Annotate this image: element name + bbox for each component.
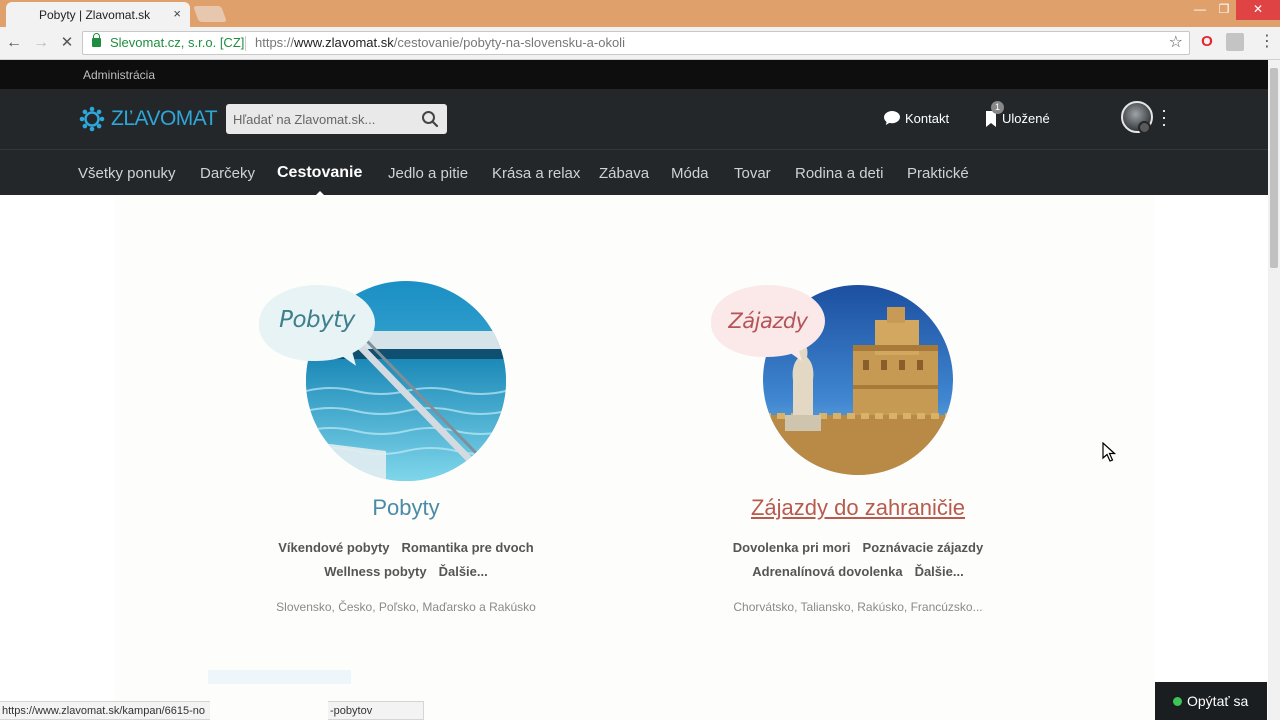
search-box: [226, 104, 447, 134]
link-pobyty-more[interactable]: Ďalšie...: [439, 564, 488, 579]
bookmark-star-icon[interactable]: ☆: [1169, 32, 1183, 54]
saved-label: Uložené: [1002, 111, 1050, 126]
category-food[interactable]: Jedlo a pitie: [388, 165, 468, 182]
card-zajazdy: Zájazdy Zájazdy do zahraničie Dovolenka …: [678, 195, 1038, 625]
lock-icon: [92, 33, 101, 47]
zajazdy-badge: Zájazdy: [711, 285, 825, 367]
card-pobyty: Pobyty Pobyty Víkendové pobyty Romantika …: [226, 195, 586, 625]
zajazdy-title[interactable]: Zájazdy do zahraničie: [678, 495, 1038, 521]
status-url-tail: -pobytov: [330, 705, 373, 717]
logo-gear-icon: [79, 106, 105, 132]
site-header: ZĽAVOMAT Kontakt 1 Uložené ···: [0, 89, 1268, 149]
extension-icon[interactable]: [1226, 33, 1244, 51]
url-prefix: https://: [255, 35, 295, 50]
window-maximize-button[interactable]: ❐: [1212, 0, 1236, 20]
link-romantika[interactable]: Romantika pre dvoch: [402, 540, 534, 555]
zajazdy-links-row-1: Dovolenka pri mori Poznávacie zájazdy: [678, 540, 1038, 555]
search-input[interactable]: [226, 104, 416, 134]
browser-tab-active[interactable]: Pobyty | Zlavomat.sk ×: [6, 2, 190, 27]
scrollbar-thumb[interactable]: [1270, 68, 1278, 268]
opera-extension-icon[interactable]: O: [1198, 33, 1216, 51]
content-strip: [208, 670, 351, 684]
user-menu-icon[interactable]: · · ·: [1157, 101, 1171, 133]
browser-toolbar: ← → ✕ Slevomat.cz, s.r.o. [CZ] https://w…: [0, 27, 1280, 60]
category-practical[interactable]: Praktické: [907, 165, 969, 182]
url-path: /cestovanie/pobyty-na-slovensku-a-okoli: [393, 35, 625, 50]
zajazdy-links-row-2: Adrenalínová dovolenka Ďalšie...: [678, 564, 1038, 579]
category-travel[interactable]: Cestovanie: [277, 164, 362, 182]
link-adrenalinova[interactable]: Adrenalínová dovolenka: [752, 564, 902, 579]
address-url[interactable]: https://www.zlavomat.sk/cestovanie/pobyt…: [255, 32, 625, 54]
category-gifts[interactable]: Darčeky: [200, 165, 255, 182]
category-beauty[interactable]: Krása a relax: [492, 165, 580, 182]
link-wellness[interactable]: Wellness pobyty: [324, 564, 426, 579]
online-status-icon: [1173, 697, 1182, 706]
category-family[interactable]: Rodina a deti: [795, 165, 883, 182]
page-scrollbar[interactable]: [1268, 60, 1280, 720]
admin-link[interactable]: Administrácia: [83, 68, 155, 82]
forward-arrow-icon[interactable]: →: [31, 33, 51, 53]
stop-loading-icon[interactable]: ✕: [57, 33, 77, 53]
link-vikendove-pobyty[interactable]: Víkendové pobyty: [278, 540, 389, 555]
window-minimize-button[interactable]: —: [1188, 0, 1212, 20]
category-goods[interactable]: Tovar: [734, 165, 771, 182]
category-fashion[interactable]: Móda: [671, 165, 709, 182]
contact-label: Kontakt: [905, 111, 950, 126]
pobyty-badge: Pobyty: [259, 285, 375, 372]
pobyty-title[interactable]: Pobyty: [226, 495, 586, 521]
tab-close-icon[interactable]: ×: [173, 6, 181, 21]
search-icon[interactable]: [421, 110, 439, 128]
chat-bubble-icon: [884, 111, 900, 125]
logo-text: ZĽAVOMAT: [111, 107, 218, 130]
link-dovolenka-pri-mori[interactable]: Dovolenka pri mori: [733, 540, 851, 555]
admin-bar: Administrácia: [0, 60, 1268, 89]
pobyty-links-row-2: Wellness pobyty Ďalšie...: [226, 564, 586, 579]
avatar-status-icon: [1138, 121, 1151, 134]
status-url: https://www.zlavomat.sk/kampan/6615-no: [2, 705, 205, 717]
pobyty-badge-text: Pobyty: [279, 307, 355, 333]
category-all[interactable]: Všetky ponuky: [78, 165, 176, 182]
new-tab-button[interactable]: [193, 6, 227, 22]
window-close-button[interactable]: ✕: [1236, 0, 1280, 20]
link-zajazdy-more[interactable]: Ďalšie...: [915, 564, 964, 579]
address-bar[interactable]: Slevomat.cz, s.r.o. [CZ] https://www.zla…: [82, 31, 1190, 55]
chat-button[interactable]: Opýtať sa: [1155, 682, 1267, 720]
zajazdy-badge-text: Zájazdy: [728, 309, 808, 333]
tab-title: Pobyty | Zlavomat.sk: [39, 8, 151, 22]
main-content: Pobyty Pobyty Víkendové pobyty Romantika …: [0, 195, 1268, 720]
link-poznavacie[interactable]: Poznávacie zájazdy: [863, 540, 984, 555]
mouse-cursor-icon: [1102, 442, 1116, 462]
url-host: www.zlavomat.sk: [294, 35, 394, 50]
address-separator: [245, 36, 246, 51]
category-nav: Všetky ponuky Darčeky Cestovanie Jedlo a…: [0, 149, 1268, 197]
chat-label: Opýtať sa: [1187, 693, 1249, 709]
status-bar-gap: [210, 701, 328, 720]
pobyty-links-row-1: Víkendové pobyty Romantika pre dvoch: [226, 540, 586, 555]
back-arrow-icon[interactable]: ←: [4, 33, 24, 53]
pobyty-countries: Slovensko, Česko, Poľsko, Maďarsko a Rak…: [276, 600, 536, 614]
browser-menu-icon[interactable]: ⋮: [1258, 33, 1276, 51]
category-fun[interactable]: Zábava: [599, 165, 649, 182]
zajazdy-countries: Chorvátsko, Taliansko, Rakúsko, Francúzs…: [733, 600, 983, 614]
browser-titlebar: Pobyty | Zlavomat.sk × — ❐ ✕: [0, 0, 1280, 27]
site-origin: Slevomat.cz, s.r.o. [CZ]: [110, 35, 245, 50]
